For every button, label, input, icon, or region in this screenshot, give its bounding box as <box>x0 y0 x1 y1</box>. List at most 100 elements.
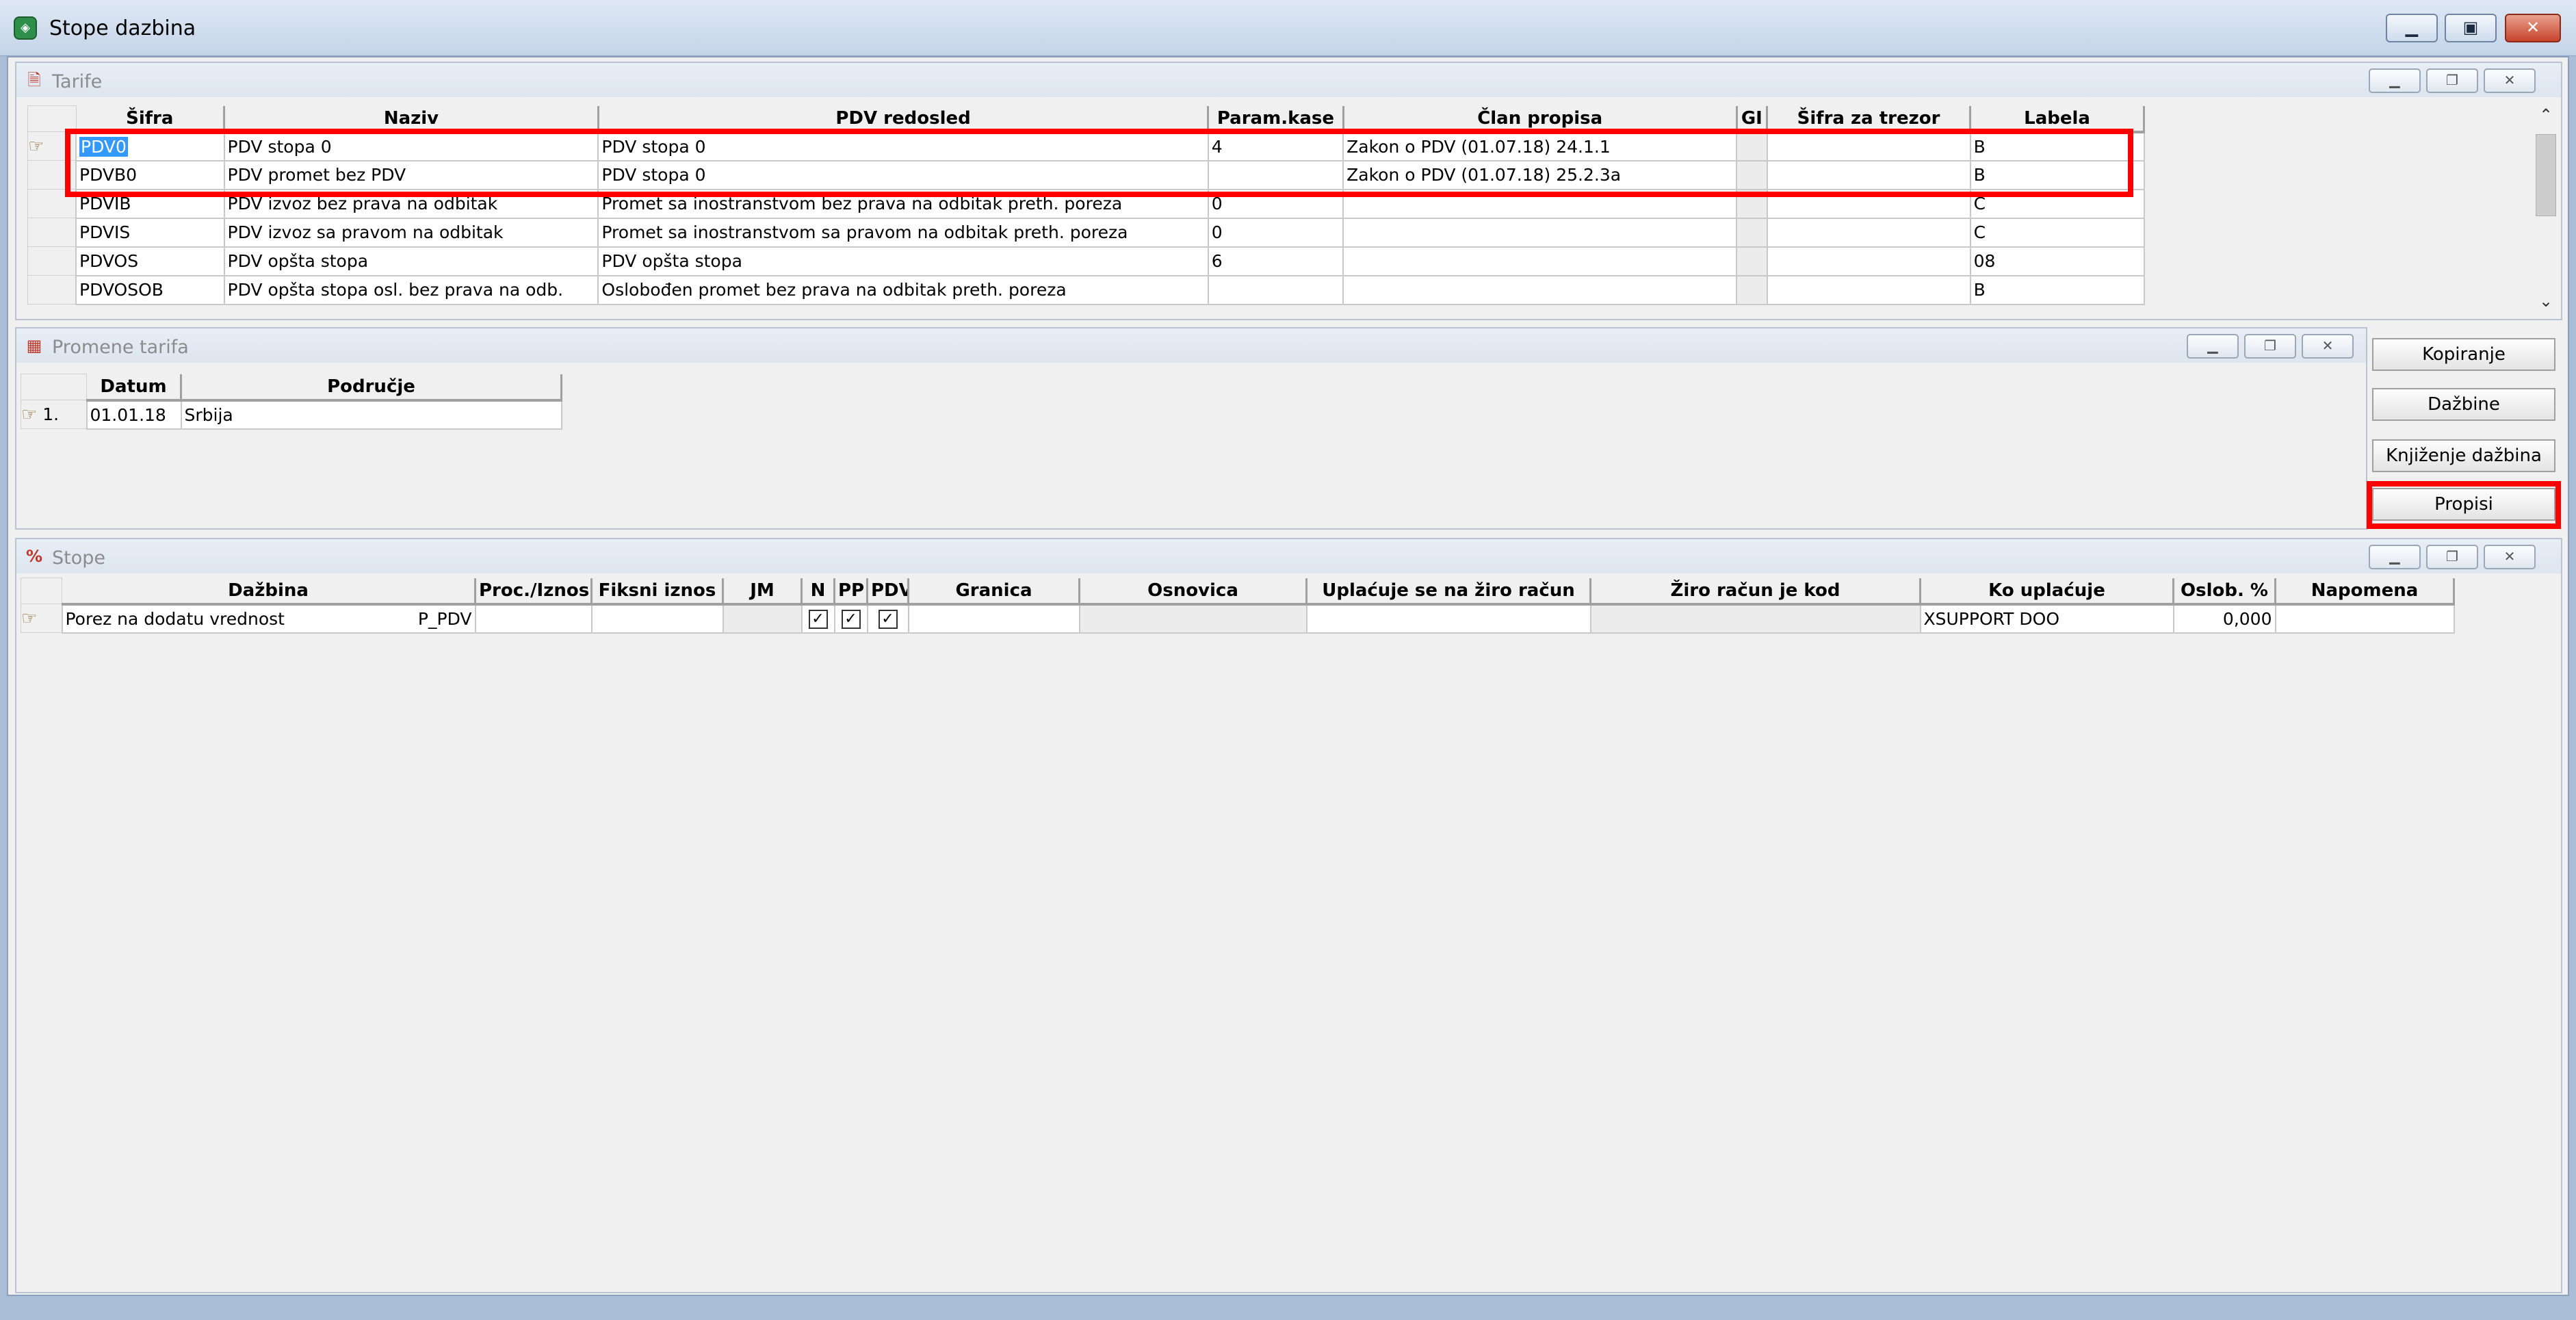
tarife-col-param-kase[interactable]: Param.kase <box>1208 105 1344 133</box>
stope-col-osnovica[interactable]: Osnovica <box>1079 578 1307 606</box>
tarife-cell-param-kase[interactable]: 0 <box>1207 188 1344 219</box>
tarife-cell-pdv-redosled[interactable]: Promet sa inostranstvom bez prava na odb… <box>597 188 1209 219</box>
tarife-cell-clan-propisa[interactable] <box>1342 274 1738 305</box>
promene-col-podrucje[interactable]: Područje <box>181 374 562 402</box>
promene-row[interactable]: ☞ 1. 01.01.18 Srbija <box>21 399 562 430</box>
tarife-titlebar[interactable]: 🗎 Tarife ▁ ❐ ✕ <box>16 63 2561 97</box>
tarife-cell-labela[interactable]: B <box>1969 159 2145 190</box>
tarife-cell-gi[interactable] <box>1736 188 1768 219</box>
promene-titlebar[interactable]: ▦ Promene tarifa ▁ ❐ ✕ <box>16 328 2366 363</box>
stope-cell-proc-iznos[interactable] <box>474 603 593 634</box>
tarife-row[interactable]: ☞ PDV0 PDV stopa 0 PDV stopa 0 4 Zakon o… <box>27 131 2145 161</box>
tarife-cell-labela[interactable]: B <box>1969 274 2145 305</box>
tarife-cell-naziv[interactable]: PDV stopa 0 <box>223 131 599 161</box>
tarife-cell-clan-propisa[interactable] <box>1342 217 1738 248</box>
promene-restore-button[interactable]: ❐ <box>2244 334 2296 359</box>
stope-cell-dazbina[interactable]: Porez na dodatu vrednost P_PDV <box>61 603 476 634</box>
stope-cell-ziro-racun[interactable] <box>1305 603 1591 634</box>
tarife-minimize-button[interactable]: ▁ <box>2369 68 2421 93</box>
tarife-row[interactable]: PDVIB PDV izvoz bez prava na odbitak Pro… <box>27 188 2145 219</box>
tarife-row[interactable]: PDVOSOB PDV opšta stopa osl. bez prava n… <box>27 274 2145 305</box>
tarife-cell-sifra-trezor[interactable] <box>1766 131 1971 161</box>
stope-cell-ko-uplacuje[interactable]: XSUPPORT DOO <box>1919 603 2174 634</box>
n-checkbox[interactable]: ✓ <box>808 610 828 629</box>
stope-col-napomena[interactable]: Napomena <box>2275 578 2455 606</box>
maximize-button[interactable]: ▣ <box>2445 14 2497 42</box>
minimize-button[interactable]: ▁ <box>2386 14 2438 42</box>
tarife-cell-pdv-redosled[interactable]: Promet sa inostranstvom sa pravom na odb… <box>597 217 1209 248</box>
tarife-cell-sifra-trezor[interactable] <box>1766 188 1971 219</box>
promene-cell-podrucje[interactable]: Srbija <box>180 399 562 430</box>
tarife-cell-sifra[interactable]: PDVB0 <box>75 159 225 190</box>
stope-col-ziro-racun-kod[interactable]: Žiro račun je kod <box>1590 578 1921 606</box>
knjizenje-dazbina-button[interactable]: Knjiženje dažbina <box>2372 439 2555 472</box>
promene-minimize-button[interactable]: ▁ <box>2187 334 2239 359</box>
tarife-vertical-scrollbar[interactable]: ⌃ ⌄ <box>2532 105 2560 311</box>
tarife-col-pdv-redosled[interactable]: PDV redosled <box>598 105 1210 133</box>
tarife-cell-naziv[interactable]: PDV opšta stopa osl. bez prava na odb. <box>223 274 599 305</box>
tarife-cell-sifra-trezor[interactable] <box>1766 217 1971 248</box>
tarife-cell-gi[interactable] <box>1736 217 1768 248</box>
tarife-cell-gi[interactable] <box>1736 131 1768 161</box>
stope-col-fiksni-iznos[interactable]: Fiksni iznos <box>591 578 724 606</box>
tarife-cell-labela[interactable]: 08 <box>1969 246 2145 276</box>
kopiranje-button[interactable]: Kopiranje <box>2372 338 2555 371</box>
dazbine-button[interactable]: Dažbine <box>2372 388 2555 421</box>
stope-cell-fiksni-iznos[interactable] <box>590 603 724 634</box>
tarife-close-button[interactable]: ✕ <box>2484 68 2536 93</box>
tarife-col-clan-propisa[interactable]: Član propisa <box>1343 105 1738 133</box>
stope-cell-napomena[interactable] <box>2274 603 2455 634</box>
pdv-checkbox[interactable]: ✓ <box>878 610 898 629</box>
tarife-row[interactable]: PDVB0 PDV promet bez PDV PDV stopa 0 Zak… <box>27 159 2145 190</box>
tarife-row[interactable]: PDVIS PDV izvoz sa pravom na odbitak Pro… <box>27 217 2145 248</box>
tarife-cell-sifra[interactable]: PDVOS <box>75 246 225 276</box>
tarife-cell-sifra[interactable]: PDVIS <box>75 217 225 248</box>
tarife-cell-naziv[interactable]: PDV izvoz sa pravom na odbitak <box>223 217 599 248</box>
tarife-col-naziv[interactable]: Naziv <box>224 105 599 133</box>
stope-row[interactable]: ☞ Porez na dodatu vrednost P_PDV ✓ ✓ ✓ XS… <box>21 603 2455 634</box>
tarife-col-sifra-trezor[interactable]: Šifra za trezor <box>1767 105 1972 133</box>
close-button[interactable]: ✕ <box>2505 14 2561 42</box>
tarife-cell-param-kase[interactable] <box>1207 274 1344 305</box>
window-titlebar[interactable]: ◈ Stope dazbina ▁ ▣ ✕ <box>0 0 2576 56</box>
stope-col-n[interactable]: N <box>801 578 835 606</box>
tarife-cell-labela[interactable]: C <box>1969 188 2145 219</box>
tarife-cell-naziv[interactable]: PDV izvoz bez prava na odbitak <box>223 188 599 219</box>
stope-close-button[interactable]: ✕ <box>2484 545 2536 569</box>
stope-col-oslob[interactable]: Oslob. % <box>2173 578 2276 606</box>
tarife-cell-sifra-trezor[interactable] <box>1766 274 1971 305</box>
stope-cell-pdv[interactable]: ✓ <box>866 603 909 634</box>
tarife-cell-sifra[interactable]: PDVIB <box>75 188 225 219</box>
tarife-cell-sifra[interactable]: PDV0 <box>75 131 225 161</box>
promene-close-button[interactable]: ✕ <box>2302 334 2354 359</box>
tarife-cell-sifra-trezor[interactable] <box>1766 159 1971 190</box>
stope-titlebar[interactable]: % Stope ▁ ❐ ✕ <box>16 539 2561 573</box>
tarife-cell-labela[interactable]: C <box>1969 217 2145 248</box>
tarife-cell-gi[interactable] <box>1736 159 1768 190</box>
tarife-col-labela[interactable]: Labela <box>1970 105 2145 133</box>
tarife-cell-labela[interactable]: B <box>1969 131 2145 161</box>
propisi-button[interactable]: Propisi <box>2372 488 2555 521</box>
stope-cell-osnovica[interactable] <box>1078 603 1307 634</box>
tarife-cell-clan-propisa[interactable]: Zakon o PDV (01.07.18) 24.1.1 <box>1342 131 1738 161</box>
tarife-col-sifra[interactable]: Šifra <box>76 105 226 133</box>
tarife-row[interactable]: PDVOS PDV opšta stopa PDV opšta stopa 6 … <box>27 246 2145 276</box>
stope-col-ko-uplacuje[interactable]: Ko uplaćuje <box>1920 578 2174 606</box>
stope-cell-granica[interactable] <box>907 603 1080 634</box>
stope-col-jm[interactable]: JM <box>723 578 803 606</box>
tarife-cell-pdv-redosled[interactable]: Oslobođen promet bez prava na odbitak pr… <box>597 274 1209 305</box>
tarife-cell-pdv-redosled[interactable]: PDV stopa 0 <box>597 159 1209 190</box>
tarife-cell-pdv-redosled[interactable]: PDV stopa 0 <box>597 131 1209 161</box>
tarife-cell-sifra[interactable]: PDVOSOB <box>75 274 225 305</box>
stope-restore-button[interactable]: ❐ <box>2426 545 2478 569</box>
tarife-cell-gi[interactable] <box>1736 274 1768 305</box>
tarife-cell-clan-propisa[interactable] <box>1342 188 1738 219</box>
tarife-cell-sifra-trezor[interactable] <box>1766 246 1971 276</box>
scrollbar-thumb[interactable] <box>2536 134 2556 216</box>
stope-col-dazbina[interactable]: Dažbina <box>62 578 476 606</box>
tarife-cell-naziv[interactable]: PDV opšta stopa <box>223 246 599 276</box>
stope-col-ziro-racun[interactable]: Uplaćuje se na žiro račun <box>1306 578 1591 606</box>
promene-col-datum[interactable]: Datum <box>86 374 182 402</box>
tarife-restore-button[interactable]: ❐ <box>2426 68 2478 93</box>
stope-cell-jm[interactable] <box>722 603 803 634</box>
